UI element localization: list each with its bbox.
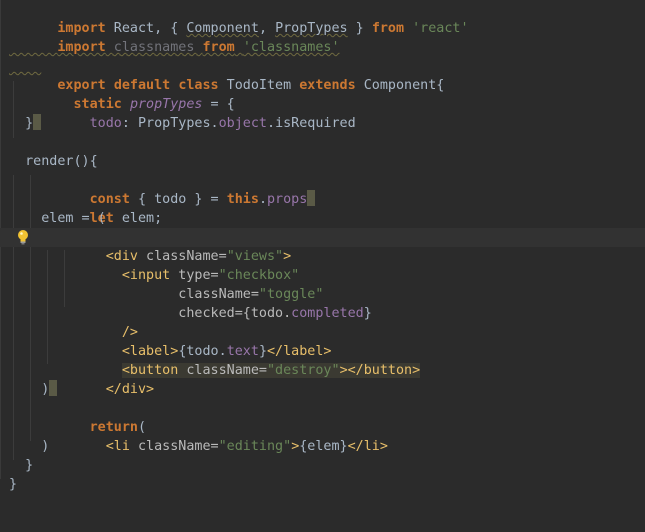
code-editor[interactable]: import React, { Component, PropTypes } f… [0,0,645,492]
keyword: import [57,40,106,55]
code-line-21[interactable]: ) [0,380,645,399]
brace-match-marker [49,380,58,396]
code-line-17[interactable]: /> [0,304,645,340]
code-line-16[interactable]: checked={todo.completed} [0,285,645,321]
code-text: elem = ( [9,211,106,226]
code-line-11[interactable]: let elem; [0,190,645,226]
code-line-15[interactable]: className="toggle" [0,266,645,302]
code-line-7[interactable]: } [0,114,645,133]
keyword: from [202,40,235,55]
code-line-4[interactable]: export default class TodoItem extends Co… [0,57,645,93]
code-line-23[interactable]: <li className="editing">{elem}</li> [0,418,645,454]
code-line-14[interactable]: <input type="checkbox" [0,247,645,283]
code-line-22[interactable]: return( [0,399,645,435]
code-line-1[interactable]: import React, { Component, PropTypes } f… [0,0,645,36]
string-literal: 'classnames' [242,40,340,55]
code-line-18[interactable]: <label>{todo.text}</label> [0,323,645,359]
code-line-9[interactable]: render(){ [0,152,645,171]
brace-match-marker [33,114,42,130]
code-line-10[interactable]: const { todo } = this.props [0,171,645,207]
code-line-24[interactable]: ) [0,437,645,456]
code-line-13[interactable]: <div className="views"> [0,228,645,264]
code-text: } [9,116,34,131]
code-line-6[interactable]: todo: PropTypes.object.isRequired [0,95,645,131]
code-line-12[interactable]: elem = ( [0,209,645,228]
code-text: } [9,458,34,473]
code-text: ) [9,439,50,454]
code-line-26[interactable]: } [0,475,645,494]
code-text: } [9,477,18,492]
code-line-2[interactable]: import classnames from 'classnames' [0,19,645,55]
lightbulb-icon[interactable] [16,229,30,245]
unused-import: classnames [105,40,203,55]
code-line-5[interactable]: static propTypes = { [0,76,645,112]
code-line-20[interactable]: </div> [0,361,645,397]
code-text: render(){ [9,154,98,169]
code-text: ) [9,382,50,397]
code-line-19[interactable]: <button className="destroy"></button> [0,342,645,378]
code-line-25[interactable]: } [0,456,645,475]
